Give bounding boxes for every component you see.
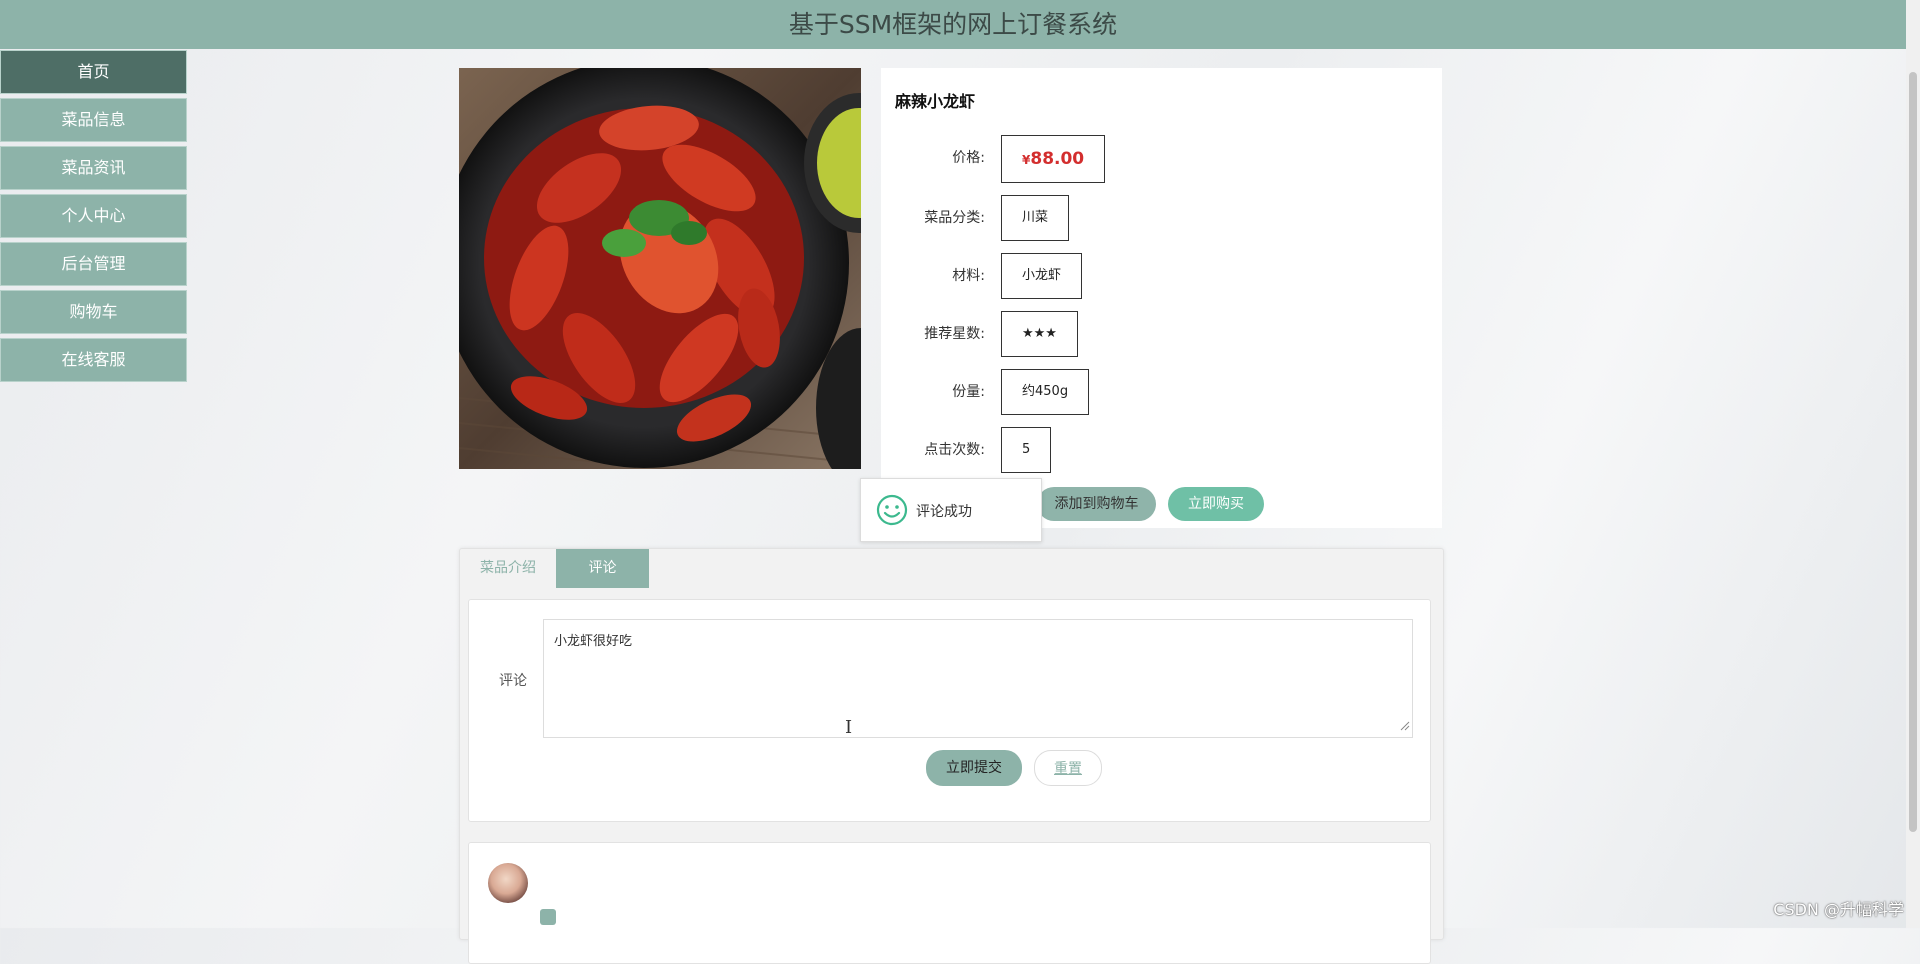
comment-badge bbox=[540, 909, 556, 925]
sidebar-item-admin[interactable]: 后台管理 bbox=[0, 242, 187, 286]
detail-tabs: 菜品介绍 评论 评论 小龙虾很好吃 I 立即提交 重置 bbox=[459, 548, 1444, 964]
material-value: 小龙虾 bbox=[1001, 253, 1083, 299]
scrollbar-thumb[interactable] bbox=[1909, 72, 1917, 832]
price-amount: 88.00 bbox=[1030, 149, 1085, 169]
sidebar-item-home[interactable]: 首页 bbox=[0, 50, 187, 94]
clicks-value: 5 bbox=[1001, 427, 1052, 473]
stars-label: 推荐星数: bbox=[924, 326, 985, 342]
category-value: 川菜 bbox=[1001, 195, 1070, 241]
sidebar-item-cart[interactable]: 购物车 bbox=[0, 290, 187, 334]
add-to-cart-button[interactable]: 添加到购物车 bbox=[1037, 487, 1156, 521]
reset-button[interactable]: 重置 bbox=[1034, 750, 1102, 786]
comment-text: 小龙虾很好吃 bbox=[554, 634, 633, 649]
text-cursor-icon: I bbox=[845, 717, 853, 738]
clicks-row: 点击次数: 5 bbox=[881, 427, 1442, 473]
toast-message: 评论成功 bbox=[916, 504, 972, 520]
dish-info-panel: 麻辣小龙虾 价格: ¥88.00 菜品分类: 川菜 材料: 小龙虾 推荐星数: … bbox=[881, 68, 1442, 528]
avatar bbox=[488, 863, 528, 903]
sidebar-item-support[interactable]: 在线客服 bbox=[0, 338, 187, 382]
stars-row: 推荐星数: ★★★ bbox=[881, 311, 1442, 357]
category-label: 菜品分类: bbox=[924, 210, 985, 226]
comment-form: 评论 小龙虾很好吃 I 立即提交 重置 bbox=[468, 599, 1431, 822]
material-label: 材料: bbox=[952, 268, 985, 284]
portion-label: 份量: bbox=[952, 384, 985, 400]
clicks-label: 点击次数: bbox=[924, 442, 985, 458]
submit-comment-button[interactable]: 立即提交 bbox=[926, 750, 1022, 786]
sidebar-item-profile[interactable]: 个人中心 bbox=[0, 194, 187, 238]
page-header: 基于SSM框架的网上订餐系统 bbox=[0, 0, 1906, 49]
sidebar-nav: 首页 菜品信息 菜品资讯 个人中心 后台管理 购物车 在线客服 bbox=[0, 50, 187, 386]
comment-list bbox=[468, 842, 1431, 964]
category-row: 菜品分类: 川菜 bbox=[881, 195, 1442, 241]
material-row: 材料: 小龙虾 bbox=[881, 253, 1442, 299]
tab-dish-intro[interactable]: 菜品介绍 bbox=[460, 549, 556, 588]
price-label: 价格: bbox=[952, 150, 985, 166]
portion-row: 份量: 约450g bbox=[881, 369, 1442, 415]
comment-textarea[interactable]: 小龙虾很好吃 bbox=[543, 619, 1413, 738]
dish-image bbox=[459, 68, 861, 469]
comment-field-label: 评论 bbox=[499, 673, 527, 689]
sidebar-item-dish-news[interactable]: 菜品资讯 bbox=[0, 146, 187, 190]
success-toast: 评论成功 bbox=[860, 478, 1042, 542]
portion-value: 约450g bbox=[1001, 369, 1090, 415]
app-title: 基于SSM框架的网上订餐系统 bbox=[788, 10, 1118, 39]
price-value: ¥88.00 bbox=[1001, 135, 1106, 183]
smile-icon bbox=[876, 494, 908, 530]
price-row: 价格: ¥88.00 bbox=[881, 135, 1442, 183]
page-scrollbar[interactable] bbox=[1906, 0, 1920, 928]
watermark: CSDN @升幅科学 bbox=[1773, 900, 1904, 919]
tab-comments[interactable]: 评论 bbox=[556, 549, 649, 588]
resize-handle-icon[interactable] bbox=[1400, 720, 1410, 735]
buy-now-button[interactable]: 立即购买 bbox=[1168, 487, 1264, 521]
sidebar-item-dishes[interactable]: 菜品信息 bbox=[0, 98, 187, 142]
stars-value: ★★★ bbox=[1001, 311, 1078, 357]
dish-name: 麻辣小龙虾 bbox=[895, 92, 976, 111]
